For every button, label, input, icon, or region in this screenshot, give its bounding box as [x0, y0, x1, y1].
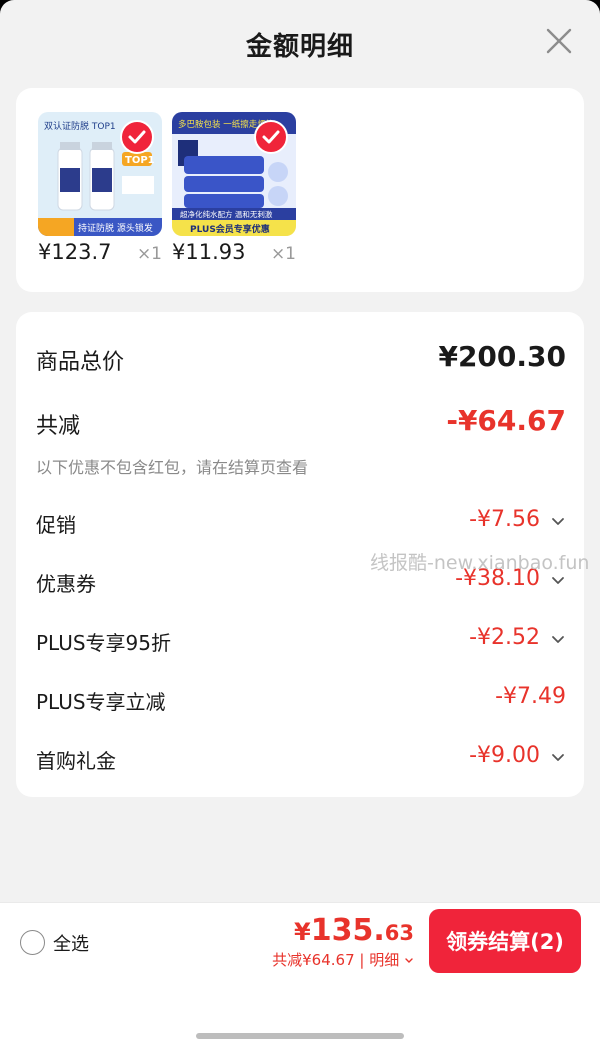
total-reduce-value: -¥64.67 [446, 404, 566, 437]
discount-label: 优惠券 [36, 572, 96, 596]
thumb-text-top: 双认证防脱 TOP1 [44, 120, 116, 132]
discount-value: -¥2.52 [469, 625, 540, 650]
product-quantity: ×1 [270, 244, 296, 264]
discount-row-plus-reduce: PLUS专享立减 -¥7.49 [36, 683, 566, 715]
discount-value: -¥7.56 [469, 507, 540, 532]
select-all-label[interactable]: 全选 [53, 930, 89, 956]
product-item[interactable]: 双认证防脱 TOP1 TOP1 持证防脱 源头锁发 ¥123.7 ×1 [38, 112, 162, 264]
discount-row-promotion[interactable]: 促销 -¥7.56 [36, 506, 566, 538]
total-price-row: 商品总价 ¥200.30 [36, 340, 566, 376]
discount-value: -¥9.00 [469, 743, 540, 768]
discount-label: PLUS专享95折 [36, 631, 171, 655]
bottom-safe-area [0, 980, 600, 1047]
checkmark-icon [128, 130, 146, 144]
chevron-down-icon [552, 518, 564, 525]
thumb-text-mid: 超净化纯水配方 温和无刺激 [180, 209, 273, 219]
product-image: 多巴胺包装 一纸擦走烦恼 超净化纯水配方 温和无刺激 PLUS会员专享优惠 [172, 112, 296, 236]
selected-check[interactable] [120, 120, 154, 154]
thumb-text-bottom: PLUS会员专享优惠 [190, 223, 270, 235]
discount-label: 促销 [36, 513, 76, 537]
total-price-value: ¥200.30 [438, 340, 566, 373]
discount-row-plus-95[interactable]: PLUS专享95折 -¥2.52 [36, 624, 566, 656]
discount-label: 首购礼金 [36, 749, 116, 773]
checkmark-icon [262, 130, 280, 144]
product-quantity: ×1 [136, 244, 162, 264]
thumb-badge: TOP1 [125, 155, 155, 166]
watermark: 线报酷-new.xianbao.fun [370, 552, 590, 574]
thumb-text-bottom: 持证防脱 源头锁发 [78, 222, 153, 234]
close-button[interactable] [542, 24, 576, 58]
discount-label: PLUS专享立减 [36, 690, 166, 714]
chevron-down-icon [552, 636, 564, 643]
price-integer: 135. [310, 913, 385, 948]
chevron-down-icon [405, 957, 413, 963]
selected-check[interactable] [254, 120, 288, 154]
total-reduce-label: 共减 [36, 414, 81, 439]
discount-row-first-purchase[interactable]: 首购礼金 -¥9.00 [36, 742, 566, 774]
discount-note: 以下优惠不包含红包，请在结算页查看 [36, 458, 309, 477]
product-item[interactable]: 多巴胺包装 一纸擦走烦恼 超净化纯水配方 温和无刺激 PLUS会员专享优惠 ¥1… [172, 112, 296, 264]
total-price-label: 商品总价 [36, 350, 125, 375]
reduce-summary-text: 共减¥64.67 | 明细 [272, 951, 400, 969]
home-indicator[interactable] [196, 1033, 404, 1039]
products-card: 双认证防脱 TOP1 TOP1 持证防脱 源头锁发 ¥123.7 ×1 多巴胺包… [16, 88, 584, 292]
chevron-down-icon [552, 754, 564, 761]
close-icon [546, 28, 572, 54]
discount-note-row: 以下优惠不包含红包，请在结算页查看 [36, 454, 566, 478]
amount-detail-sheet: 金额明细 双认证防脱 TOP1 TOP1 持证防脱 源头锁发 ¥123.7 ×1… [0, 0, 600, 1047]
total-reduce-row: 共减 -¥64.67 [36, 404, 566, 440]
discount-value: -¥7.49 [495, 684, 566, 709]
chevron-down-icon [552, 577, 564, 584]
checkout-button[interactable]: 领券结算(2) [429, 909, 581, 973]
page-title: 金额明细 [245, 32, 354, 62]
product-image: 双认证防脱 TOP1 TOP1 持证防脱 源头锁发 [38, 112, 162, 236]
reduce-summary-link[interactable]: 共减¥64.67 | 明细 [272, 949, 414, 970]
price-decimal: 63 [384, 921, 414, 945]
final-price: ¥135.63 [294, 913, 414, 948]
product-price: ¥11.93 [172, 240, 246, 264]
select-all-radio[interactable] [20, 930, 45, 955]
checkout-bar: 全选 ¥135.63 共减¥64.67 | 明细 领券结算(2) [0, 902, 600, 980]
product-price: ¥123.7 [38, 240, 112, 264]
price-symbol: ¥ [294, 918, 311, 946]
